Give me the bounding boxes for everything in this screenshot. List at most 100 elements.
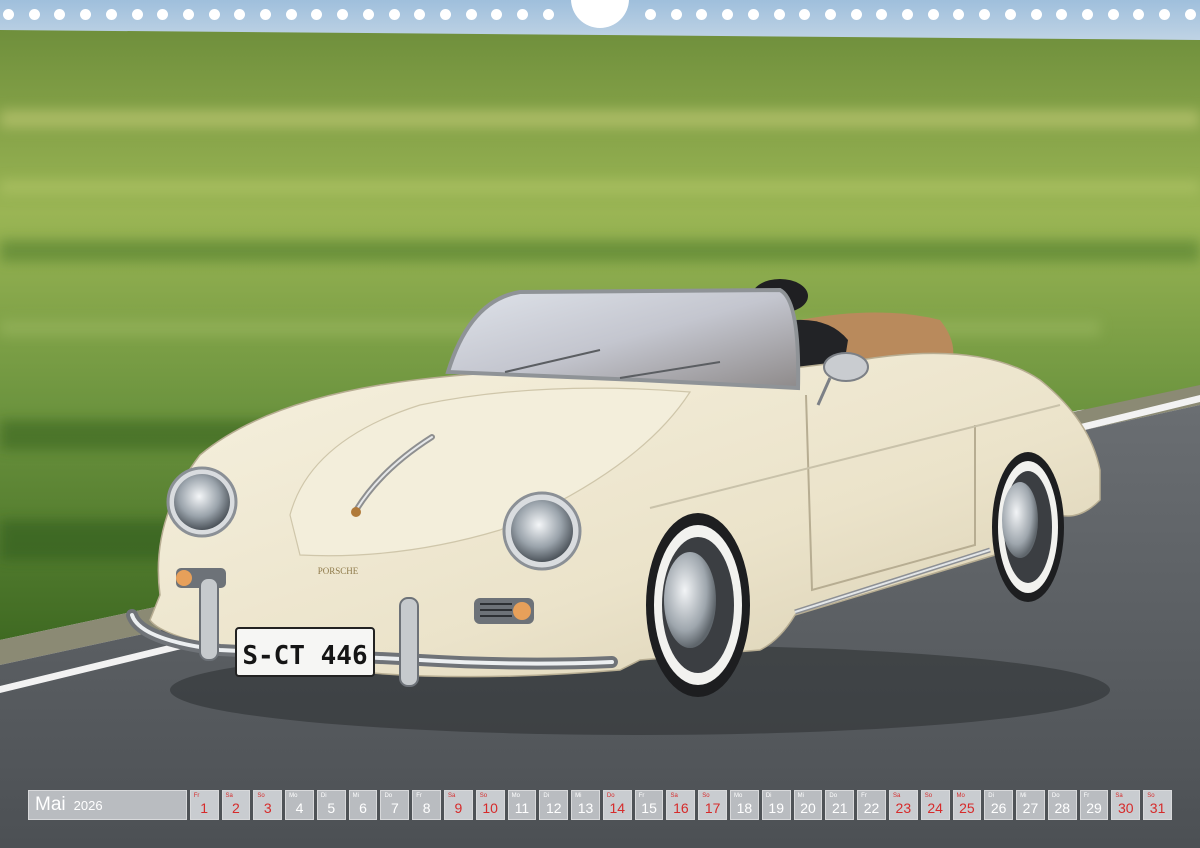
day-number: 27 [1022, 800, 1039, 816]
day-number: 19 [768, 800, 784, 816]
day-cell: Do 28 [1047, 790, 1077, 820]
binding-hole [54, 9, 66, 20]
day-cell: So 17 [698, 790, 728, 820]
binding-hole [1107, 9, 1119, 20]
binding-hole [80, 9, 92, 20]
day-cell: Mo 18 [730, 790, 759, 820]
binding-hole [722, 9, 734, 20]
day-cell: Mo 25 [952, 790, 982, 820]
binding-hole [1030, 9, 1042, 20]
weekday-label: Mi [797, 793, 804, 799]
day-cell: Di 12 [539, 790, 569, 820]
day-number: 1 [200, 800, 209, 816]
day-cell: Sa 16 [666, 790, 696, 820]
day-cell: So 10 [475, 790, 505, 820]
day-cell: Mo 4 [285, 790, 314, 820]
binding-hole [1081, 9, 1093, 20]
day-number: 26 [990, 800, 1007, 816]
day-number: 29 [1086, 800, 1102, 816]
weekday-label: Sa [225, 793, 233, 799]
day-cell: Di 19 [761, 790, 791, 820]
binding-hole [414, 9, 426, 20]
day-number: 24 [927, 800, 943, 816]
day-cell: Sa 23 [888, 790, 918, 820]
binding-hole [1184, 9, 1196, 20]
month-year: 2026 [73, 797, 103, 813]
day-cell: Di 5 [316, 790, 346, 820]
weekday-label: Mi [575, 793, 582, 799]
binding-hole [208, 9, 220, 20]
day-number: 12 [545, 800, 562, 816]
weekday-label: Mi [1020, 793, 1027, 799]
day-number: 21 [831, 800, 848, 816]
binding-hole [953, 9, 965, 20]
weekday-label: Mo [289, 793, 298, 799]
binding-hole [1004, 9, 1016, 20]
day-cell: Sa 30 [1111, 790, 1141, 820]
day-number: 17 [704, 800, 721, 816]
binding-hole [182, 9, 194, 20]
weekday-label: Sa [892, 793, 901, 799]
binding-hole [311, 9, 323, 20]
month-label: Mai 2026 [28, 790, 187, 820]
weekday-label: Mo [734, 793, 743, 799]
day-cell: Mo 11 [507, 790, 537, 820]
binding-hole [979, 9, 991, 20]
month-name: Mai [35, 794, 66, 815]
weekday-label: Fr [638, 793, 645, 799]
weekday-label: Sa [670, 793, 678, 799]
day-number: 16 [673, 800, 689, 816]
weekday-label: So [1147, 793, 1155, 799]
day-number: 20 [800, 800, 816, 816]
day-number: 23 [895, 800, 912, 816]
weekday-label: Do [829, 793, 838, 799]
day-number: 4 [295, 800, 304, 816]
day-cell: Sa 2 [221, 790, 251, 820]
weekday-label: So [702, 793, 710, 799]
day-cell: Di 26 [984, 790, 1014, 820]
binding-hole [285, 9, 297, 20]
weekday-label: Di [543, 793, 550, 799]
day-number: 9 [454, 800, 463, 816]
day-cell: So 3 [253, 790, 283, 820]
weekday-label: Sa [448, 793, 456, 799]
binding-hole [747, 9, 759, 20]
day-number: 8 [422, 800, 431, 816]
weekday-label: Sa [1115, 793, 1123, 799]
binding-hole [1056, 9, 1068, 20]
day-number: 10 [482, 800, 498, 816]
weekday-label: Mi [352, 793, 360, 799]
day-cell: Fr 8 [412, 790, 442, 820]
binding-hole [902, 9, 913, 20]
weekday-label: Di [765, 793, 772, 799]
day-cell: Fr 22 [857, 790, 886, 820]
binding-hole [157, 9, 169, 20]
binding-hole [3, 9, 14, 20]
day-number: 18 [736, 800, 753, 816]
day-number: 31 [1149, 800, 1166, 816]
binding-hole [260, 9, 271, 20]
day-number: 5 [327, 800, 336, 816]
weekday-label: So [479, 793, 488, 799]
weekday-label: Fr [1083, 793, 1090, 799]
car-photo: S-CT 446 PORSCHE [0, 0, 1200, 848]
day-cell: Sa 9 [444, 790, 473, 820]
weekday-label: Fr [416, 793, 422, 799]
day-number: 15 [641, 800, 657, 816]
binding-hole [645, 9, 656, 20]
weekday-label: Fr [861, 793, 867, 799]
weekday-label: So [257, 793, 265, 799]
binding-hole [362, 9, 374, 20]
day-cell: Fr 29 [1079, 790, 1109, 820]
binding-hole [517, 9, 528, 20]
binding-hole [1159, 9, 1170, 20]
binding-hole [799, 9, 811, 20]
weekday-label: Di [988, 793, 994, 799]
day-number: 7 [390, 800, 399, 816]
binding-hole [131, 9, 143, 20]
weekday-label: Do [384, 793, 393, 799]
day-number: 13 [577, 800, 594, 816]
day-cell: So 31 [1143, 790, 1172, 820]
weekday-label: Di [320, 793, 327, 799]
day-number: 11 [514, 800, 530, 816]
